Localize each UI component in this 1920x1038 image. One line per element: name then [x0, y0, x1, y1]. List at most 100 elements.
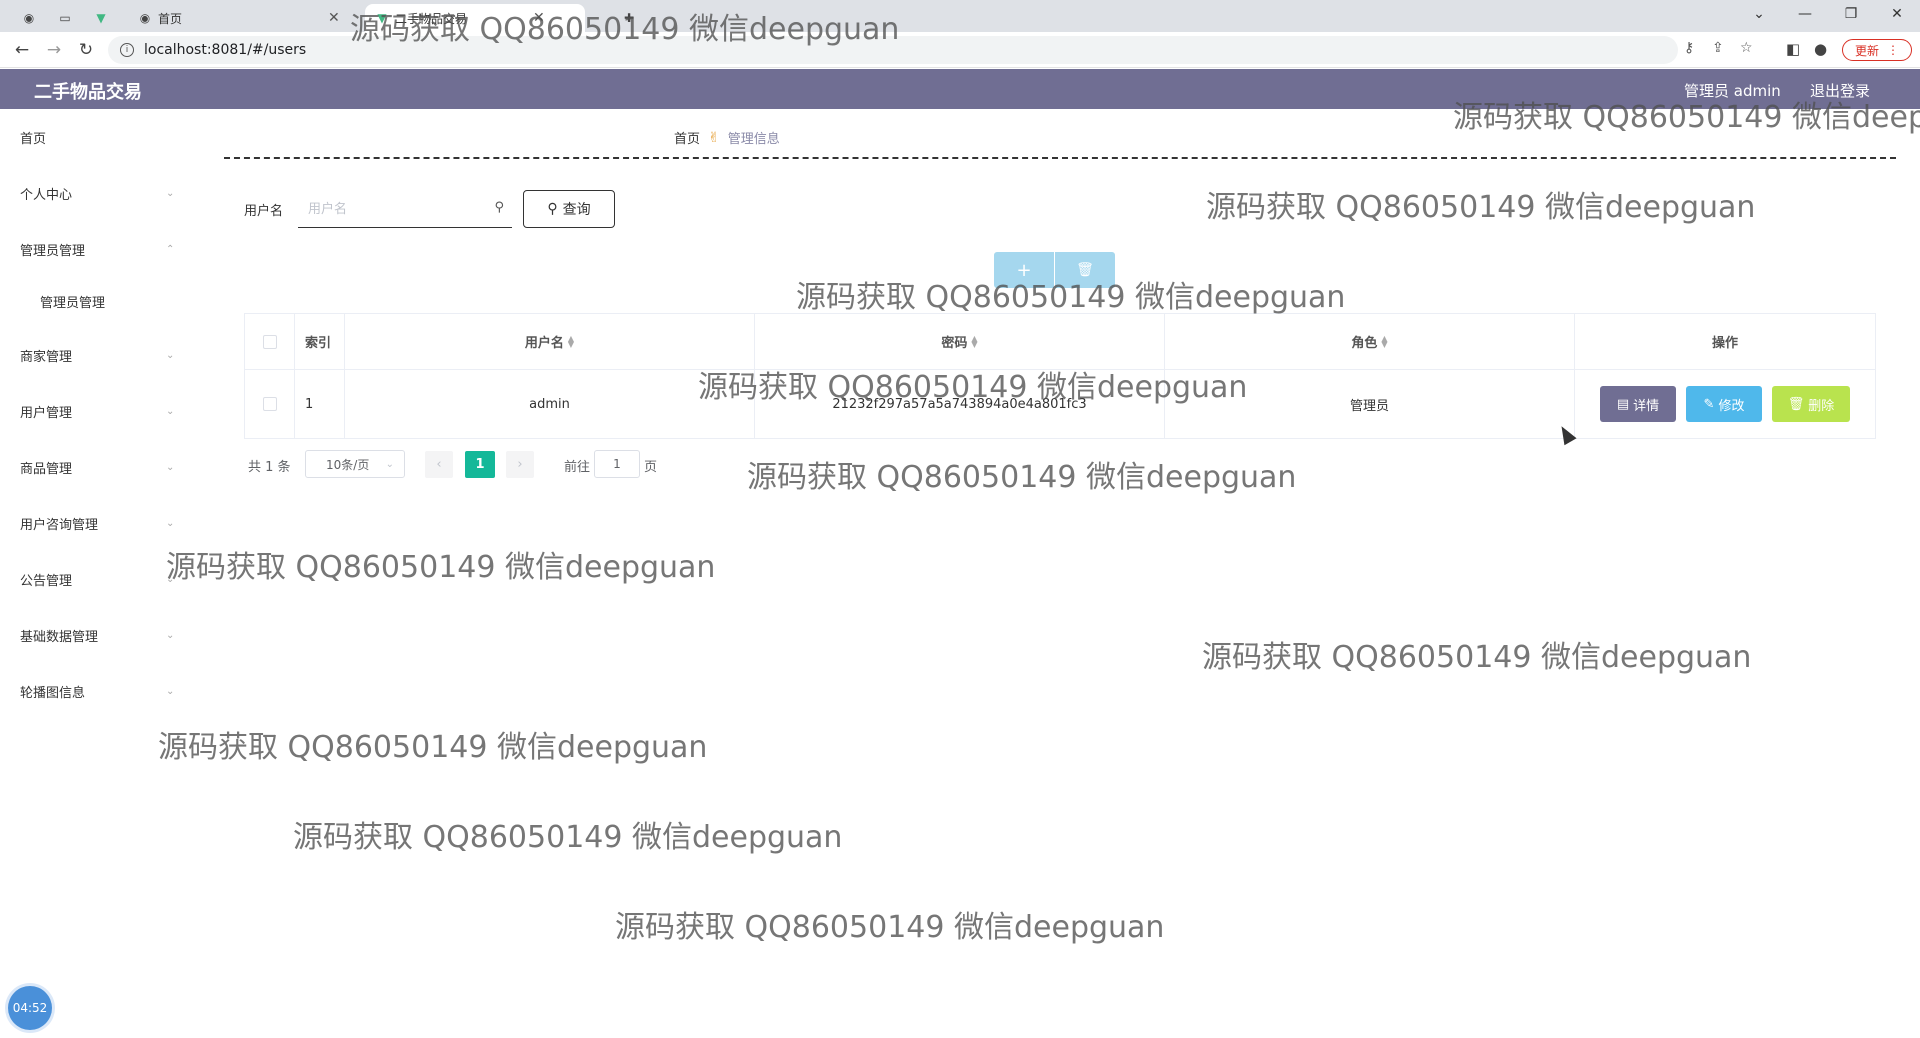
vue-icon: ▼: [377, 11, 387, 25]
sidebar-item-notice[interactable]: 公告管理 ⌄: [0, 559, 190, 599]
doc-icon: ▤: [1616, 396, 1630, 412]
sort-icon[interactable]: ▲ ▼: [971, 334, 977, 348]
delete-label: 删除: [1808, 398, 1835, 414]
chevron-down-icon: ⌄: [166, 517, 175, 529]
row-checkbox[interactable]: [262, 397, 277, 411]
chevron-down-icon: ⌄: [166, 405, 175, 417]
close-window-icon[interactable]: ✕: [1874, 0, 1920, 28]
cell-ops: ▤ 详情 ✎ 修改 🗑 删除: [1575, 370, 1875, 438]
query-button[interactable]: ⚲ 查询: [523, 190, 615, 228]
edit-label: 修改: [1718, 398, 1745, 414]
select-all-checkbox[interactable]: [262, 334, 277, 349]
watermark: 源码获取 QQ86050149 微信deepguan: [293, 820, 843, 855]
cell-role: 管理员: [1165, 370, 1575, 438]
add-button[interactable]: +: [994, 252, 1054, 288]
watermark: 源码获取 QQ86050149 微信deepguan: [1202, 640, 1752, 675]
batch-delete-button[interactable]: 🗑: [1055, 252, 1115, 288]
tab-active[interactable]: ▼ 二手物品交易 ✕: [365, 4, 585, 32]
plus-icon: ✚: [623, 11, 635, 25]
new-tab-button[interactable]: ✚: [612, 4, 646, 32]
page-number-current[interactable]: 1: [465, 451, 495, 478]
cell-password: 21232f297a57a5a743894a0e4a801fc3: [755, 370, 1165, 438]
bookmark-star-icon[interactable]: ☆: [1740, 40, 1753, 56]
update-button[interactable]: 更新 ⋮: [1842, 39, 1912, 61]
table-header: 索引 用户名 ▲ ▼ 密码 ▲ ▼ 角色 ▲ ▼ 操作: [245, 314, 1875, 370]
cell-username: admin: [345, 370, 755, 438]
next-page-button[interactable]: ›: [506, 451, 534, 478]
sort-icon[interactable]: ▲ ▼: [1381, 334, 1387, 348]
sidebar-item-label: 首页: [20, 131, 47, 147]
sidebar-item-label: 商家管理: [20, 349, 73, 365]
key-icon[interactable]: ⚷: [1684, 40, 1694, 56]
sidebar-item-label: 商品管理: [20, 461, 73, 477]
chevron-down-icon: ⌄: [385, 458, 394, 470]
page-size-value: 10条/页: [326, 457, 370, 472]
tab-pinned-1[interactable]: ◉: [12, 4, 46, 32]
url-field[interactable]: i localhost:8081/#/users ⚷ ⇪ ☆: [108, 36, 1753, 64]
pagination-total: 共 1 条: [248, 460, 291, 475]
forward-icon[interactable]: →: [42, 38, 66, 62]
sidebar-item-goods[interactable]: 商品管理 ⌄: [0, 447, 190, 487]
sidebar-item-users[interactable]: 用户管理 ⌄: [0, 391, 190, 431]
sidebar-item-admin[interactable]: 管理员管理 ⌃: [0, 229, 190, 269]
tab-search-icon[interactable]: ⌄: [1736, 0, 1782, 28]
tab-home[interactable]: ◉ 首页 ✕: [128, 4, 350, 32]
goto-page-input[interactable]: 1: [594, 450, 640, 478]
delete-button[interactable]: 🗑 删除: [1772, 386, 1850, 422]
sidebar-item-label: 管理员管理: [20, 243, 86, 259]
tab-label: 二手物品交易: [395, 11, 468, 26]
trash-icon: 🗑: [1787, 396, 1805, 412]
page-size-select[interactable]: 10条/页 ⌄: [305, 450, 405, 478]
app-header: 二手物品交易 管理员 admin 退出登录: [0, 69, 1920, 109]
detail-label: 详情: [1633, 398, 1660, 414]
close-icon[interactable]: ✕: [533, 10, 545, 26]
minimize-icon[interactable]: —: [1782, 0, 1828, 28]
col-role[interactable]: 角色 ▲ ▼: [1165, 314, 1575, 369]
sidebar-item-label: 公告管理: [20, 573, 73, 589]
sidepanel-icon[interactable]: ◧: [1786, 40, 1800, 58]
sidebar-item-basedata[interactable]: 基础数据管理 ⌄: [0, 615, 190, 655]
chevron-left-icon: ‹: [436, 457, 442, 472]
table-row: 1 admin 21232f297a57a5a743894a0e4a801fc3…: [245, 370, 1875, 438]
tab-label: 首页: [158, 11, 183, 26]
sidebar-item-carousel[interactable]: 轮播图信息 ⌄: [0, 671, 190, 711]
sidebar-item-home[interactable]: 首页: [0, 117, 190, 157]
info-icon[interactable]: i: [120, 43, 134, 57]
watermark: 源码获取 QQ86050149 微信deepguan: [1206, 190, 1756, 225]
chevron-down-icon: ⌄: [166, 461, 175, 473]
sidebar-item-label: 个人中心: [20, 187, 73, 203]
breadcrumb-home[interactable]: 首页: [674, 128, 700, 147]
tab-pinned-3[interactable]: ▼: [84, 4, 118, 32]
timer-badge[interactable]: 04:52: [8, 986, 52, 1030]
update-label: 更新: [1854, 43, 1879, 58]
edit-button[interactable]: ✎ 修改: [1686, 386, 1762, 422]
share-icon[interactable]: ⇪: [1712, 40, 1724, 56]
trash-icon: 🗑: [1076, 262, 1094, 278]
chevron-down-icon: ⌄: [166, 573, 175, 585]
username-label: 用户名: [244, 204, 284, 219]
back-icon[interactable]: ←: [10, 38, 34, 62]
tab-pinned-2[interactable]: ▭: [48, 4, 82, 32]
sidebar-item-profile[interactable]: 个人中心 ⌄: [0, 173, 190, 213]
sort-icon[interactable]: ▲ ▼: [568, 334, 574, 348]
sidebar-item-label: 管理员管理: [40, 295, 106, 311]
search-input[interactable]: [308, 198, 478, 220]
chevron-down-icon: ⌄: [166, 187, 175, 199]
profile-icon[interactable]: ●: [1814, 40, 1827, 58]
sidebar-item-consult[interactable]: 用户咨询管理 ⌄: [0, 503, 190, 543]
logout-link[interactable]: 退出登录: [1810, 80, 1870, 101]
detail-button[interactable]: ▤ 详情: [1600, 386, 1676, 422]
search-icon: ⚲: [547, 201, 558, 217]
app-title: 二手物品交易: [34, 82, 142, 103]
close-icon[interactable]: ✕: [328, 10, 340, 26]
restore-icon[interactable]: ❐: [1828, 0, 1874, 28]
sidebar-item-merchant[interactable]: 商家管理 ⌄: [0, 335, 190, 375]
reload-icon[interactable]: ↻: [74, 38, 98, 62]
query-label: 查询: [562, 202, 591, 218]
sidebar-subitem-admin[interactable]: 管理员管理: [0, 281, 190, 321]
plus-icon: +: [1016, 259, 1032, 281]
prev-page-button[interactable]: ‹: [425, 451, 453, 478]
col-password[interactable]: 密码 ▲ ▼: [755, 314, 1165, 369]
col-password-label: 密码: [941, 336, 968, 351]
col-username[interactable]: 用户名 ▲ ▼: [345, 314, 755, 369]
